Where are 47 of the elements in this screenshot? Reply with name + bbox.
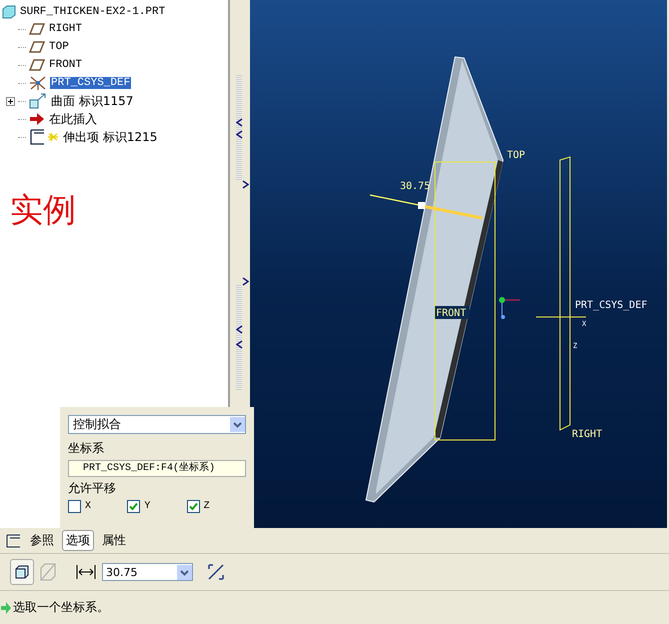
surface-icon xyxy=(29,93,47,109)
datum-label: PRT_CSYS_DEF xyxy=(575,300,648,311)
checkbox-label: Y xyxy=(144,501,150,512)
plane-icon xyxy=(29,41,45,53)
tab[interactable]: 参照 xyxy=(26,530,58,551)
status-message: 选取一个坐标系。 xyxy=(13,599,109,616)
fit-dropdown[interactable]: 控制拟合 xyxy=(68,415,246,434)
coordinate-axes xyxy=(536,316,586,340)
annotation-text: 实例 xyxy=(10,192,76,231)
chevron-icon[interactable] xyxy=(242,277,249,286)
tree-root[interactable]: SURF_THICKEN-EX2-1.PRT xyxy=(20,6,166,18)
datum-label: RIGHT xyxy=(572,429,602,440)
tree-item[interactable]: 曲面 标识1157 xyxy=(50,92,134,110)
arrow-icon xyxy=(29,112,45,126)
tree-item[interactable]: PRT_CSYS_DEF xyxy=(50,77,132,89)
thickness-icon xyxy=(76,564,96,580)
checkbox[interactable] xyxy=(68,500,81,513)
translate-label: 允许平移 xyxy=(68,480,117,497)
tab[interactable]: 属性 xyxy=(98,530,130,551)
checkbox-label: Z xyxy=(204,501,210,512)
flip-direction-icon[interactable] xyxy=(207,563,225,581)
tree-item[interactable]: FRONT xyxy=(48,59,84,71)
extrude-icon xyxy=(29,129,59,145)
plane-icon xyxy=(29,23,45,35)
arrow-icon xyxy=(1,602,11,614)
solid-thicken-button[interactable] xyxy=(10,559,34,585)
tab[interactable]: 选项 xyxy=(62,530,94,551)
coordinate-system-icon xyxy=(29,75,47,91)
part-icon xyxy=(2,5,16,19)
tree-item[interactable]: RIGHT xyxy=(48,23,84,35)
datum-label: TOP xyxy=(507,150,526,161)
thickness-field[interactable]: 30.75 xyxy=(102,563,193,581)
csys-field[interactable]: PRT_CSYS_DEF:F4(坐标系) xyxy=(68,460,246,477)
tree-item[interactable]: 伸出项 标识1215 xyxy=(62,128,158,146)
checkbox[interactable] xyxy=(186,500,200,513)
cube-icon xyxy=(15,565,29,579)
tree-item[interactable]: 在此插入 xyxy=(48,110,98,128)
csys-label: 坐标系 xyxy=(68,440,105,457)
datum-label: FRONT xyxy=(436,308,466,319)
reference-icon xyxy=(6,534,22,548)
tree-item[interactable]: TOP xyxy=(48,41,70,53)
expander-icon[interactable] xyxy=(6,96,15,106)
plane-icon xyxy=(29,59,45,71)
checkbox-label: X xyxy=(85,501,92,512)
chevron-icon[interactable] xyxy=(242,180,249,189)
axis-triad-icon xyxy=(499,297,520,319)
checkbox[interactable] xyxy=(127,500,140,513)
